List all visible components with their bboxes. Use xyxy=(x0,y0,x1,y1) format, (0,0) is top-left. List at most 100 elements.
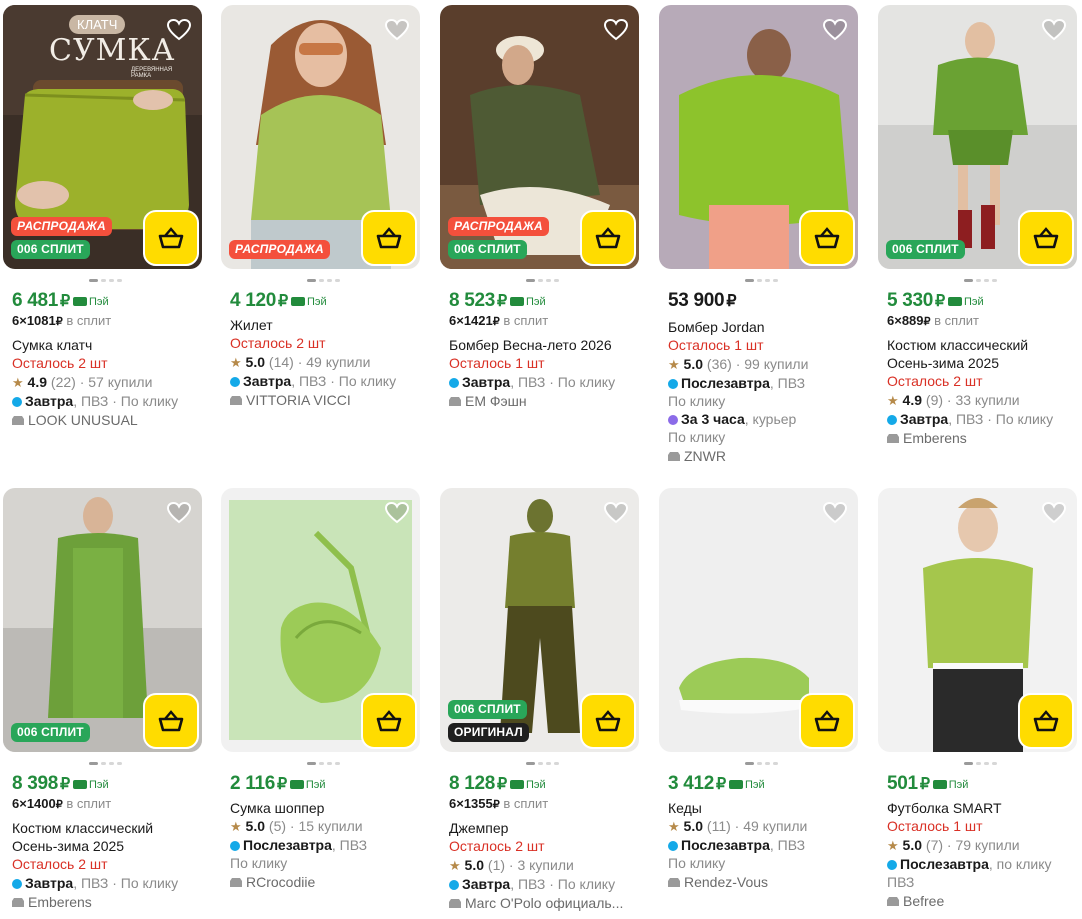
basket-icon xyxy=(814,710,840,732)
product-image[interactable]: КЛАТЧ СУМКА ДЕРЕВЯННАЯ РАМКА РАСПРОДАЖА … xyxy=(3,5,202,269)
product-image[interactable]: 006 СПЛИТ xyxy=(878,5,1077,269)
add-to-cart-button[interactable] xyxy=(143,210,199,266)
add-to-cart-button[interactable] xyxy=(361,693,417,749)
delivery: Завтра, ПВЗ · По клику xyxy=(12,392,207,410)
product-card[interactable]: 006 СПЛИТ ОРИГИНАЛ 8 128 ₽ Пэй 6×1355₽ в с… xyxy=(440,488,639,911)
delivery: Послезавтра, ПВЗ xyxy=(668,836,863,854)
add-to-cart-button[interactable] xyxy=(1018,693,1074,749)
image-pager[interactable] xyxy=(745,279,778,282)
currency: ₽ xyxy=(60,293,70,310)
product-image[interactable]: 006 СПЛИТ xyxy=(3,488,202,752)
product-title[interactable]: Бомбер Jordan xyxy=(668,318,863,336)
product-card[interactable]: 006 СПЛИТ 8 398 ₽ Пэй 6×1400₽ в сплит Кост… xyxy=(3,488,202,910)
favorite-heart-icon[interactable] xyxy=(821,499,849,527)
basket-icon xyxy=(158,710,184,732)
rating: ★ 4.9 (9) · 33 купили xyxy=(887,392,1020,408)
add-to-cart-button[interactable] xyxy=(143,693,199,749)
product-card[interactable]: КЛАТЧ СУМКА ДЕРЕВЯННАЯ РАМКА РАСПРОДАЖА … xyxy=(3,5,202,428)
product-card[interactable]: 006 СПЛИТ 5 330 ₽ Пэй 6×889₽ в сплит Костю… xyxy=(878,5,1077,446)
shop-icon xyxy=(230,878,242,887)
card-icon xyxy=(72,780,87,789)
favorite-heart-icon[interactable] xyxy=(1040,499,1068,527)
image-pager[interactable] xyxy=(964,762,997,765)
product-card[interactable]: 2 116 ₽ Пэй Сумка шоппер ★ 5.0 (5) · 15 ку… xyxy=(221,488,420,890)
product-image[interactable] xyxy=(878,488,1077,752)
product-image[interactable] xyxy=(659,5,858,269)
star-icon: ★ xyxy=(230,355,242,370)
product-title[interactable]: Джемпер xyxy=(449,819,644,837)
favorite-heart-icon[interactable] xyxy=(821,16,849,44)
pay-label: Пэй xyxy=(509,296,546,308)
basket-icon xyxy=(158,227,184,249)
sale-badge: РАСПРОДАЖА xyxy=(11,217,112,236)
product-title[interactable]: Сумка шоппер xyxy=(230,799,425,817)
add-to-cart-button[interactable] xyxy=(1018,210,1074,266)
seller[interactable]: Befree xyxy=(887,891,1082,911)
add-to-cart-button[interactable] xyxy=(580,693,636,749)
delivery: Послезавтра, ПВЗ xyxy=(230,836,425,854)
split-badge: 006 СПЛИТ xyxy=(886,240,965,259)
delivery-note: По клику xyxy=(668,855,726,871)
image-pager[interactable] xyxy=(964,279,997,282)
image-pager[interactable] xyxy=(526,279,559,282)
product-title[interactable]: Костюм классический Осень-зима 2025 xyxy=(12,819,182,855)
image-pager[interactable] xyxy=(89,762,122,765)
card-icon xyxy=(728,780,743,789)
image-pager[interactable] xyxy=(307,279,340,282)
split-line: 6×889₽ в сплит xyxy=(887,313,979,328)
product-card[interactable]: РАСПРОДАЖА 4 120 ₽ Пэй Жилет Осталось 2 шт… xyxy=(221,5,420,408)
product-card[interactable]: 3 412 ₽ Пэй Кеды ★ 5.0 (11) · 49 купили По… xyxy=(659,488,858,890)
product-title[interactable]: Жилет xyxy=(230,316,425,334)
image-pager[interactable] xyxy=(89,279,122,282)
product-title[interactable]: Кеды xyxy=(668,799,863,817)
product-card[interactable]: РАСПРОДАЖА 006 СПЛИТ 8 523 ₽ Пэй 6×1421₽ в… xyxy=(440,5,639,409)
rating: ★ 5.0 (5) · 15 купили xyxy=(230,818,363,834)
add-to-cart-button[interactable] xyxy=(361,210,417,266)
seller[interactable]: LOOK UNUSUAL xyxy=(12,410,207,430)
product-image[interactable]: РАСПРОДАЖА xyxy=(221,5,420,269)
seller[interactable]: Rendez-Vous xyxy=(668,872,863,892)
favorite-heart-icon[interactable] xyxy=(602,16,630,44)
product-image[interactable] xyxy=(221,488,420,752)
image-pager[interactable] xyxy=(745,762,778,765)
product-title[interactable]: Сумка клатч xyxy=(12,336,207,354)
product-title[interactable]: Костюм классический Осень-зима 2025 xyxy=(887,336,1057,372)
delivery-dot-icon xyxy=(12,879,22,889)
favorite-heart-icon[interactable] xyxy=(165,499,193,527)
delivery-note: По клику xyxy=(230,855,288,871)
card-icon xyxy=(290,297,305,306)
add-to-cart-button[interactable] xyxy=(799,693,855,749)
favorite-heart-icon[interactable] xyxy=(383,16,411,44)
product-image[interactable]: 006 СПЛИТ ОРИГИНАЛ xyxy=(440,488,639,752)
delivery-express-note: По клику xyxy=(668,429,726,445)
favorite-heart-icon[interactable] xyxy=(165,16,193,44)
seller[interactable]: RCrocodiie xyxy=(230,872,425,892)
product-card[interactable]: 53 900 ₽ Бомбер Jordan Осталось 1 шт ★ 5.… xyxy=(659,5,858,464)
seller[interactable]: ZNWR xyxy=(668,446,863,466)
seller[interactable]: Marc O'Polo официаль... xyxy=(449,893,644,913)
seller[interactable]: Emberens xyxy=(12,892,207,912)
product-image[interactable] xyxy=(659,488,858,752)
product-card[interactable]: 501 ₽ Пэй Футболка SMART Осталось 1 шт ★ 5… xyxy=(878,488,1077,909)
seller[interactable]: Emberens xyxy=(887,428,1082,448)
add-to-cart-button[interactable] xyxy=(799,210,855,266)
product-image[interactable]: РАСПРОДАЖА 006 СПЛИТ xyxy=(440,5,639,269)
add-to-cart-button[interactable] xyxy=(580,210,636,266)
delivery: Завтра, ПВЗ · По клику xyxy=(449,875,644,893)
favorite-heart-icon[interactable] xyxy=(1040,16,1068,44)
pay-label: Пэй xyxy=(290,296,327,308)
seller[interactable]: VITTORIA VICCI xyxy=(230,390,425,410)
delivery: Завтра, ПВЗ · По клику xyxy=(12,874,207,892)
product-title[interactable]: Бомбер Весна-лето 2026 xyxy=(449,336,644,354)
delivery-dot-icon xyxy=(12,397,22,407)
image-pager[interactable] xyxy=(526,762,559,765)
favorite-heart-icon[interactable] xyxy=(383,499,411,527)
seller[interactable]: EM Фэшн xyxy=(449,391,644,411)
favorite-heart-icon[interactable] xyxy=(602,499,630,527)
price: 5 330 xyxy=(887,290,934,311)
stock-left: Осталось 1 шт xyxy=(668,337,764,353)
product-title[interactable]: Футболка SMART xyxy=(887,799,1082,817)
image-pager[interactable] xyxy=(307,762,340,765)
pay-label: Пэй xyxy=(72,296,109,308)
delivery-dot-icon xyxy=(887,415,897,425)
